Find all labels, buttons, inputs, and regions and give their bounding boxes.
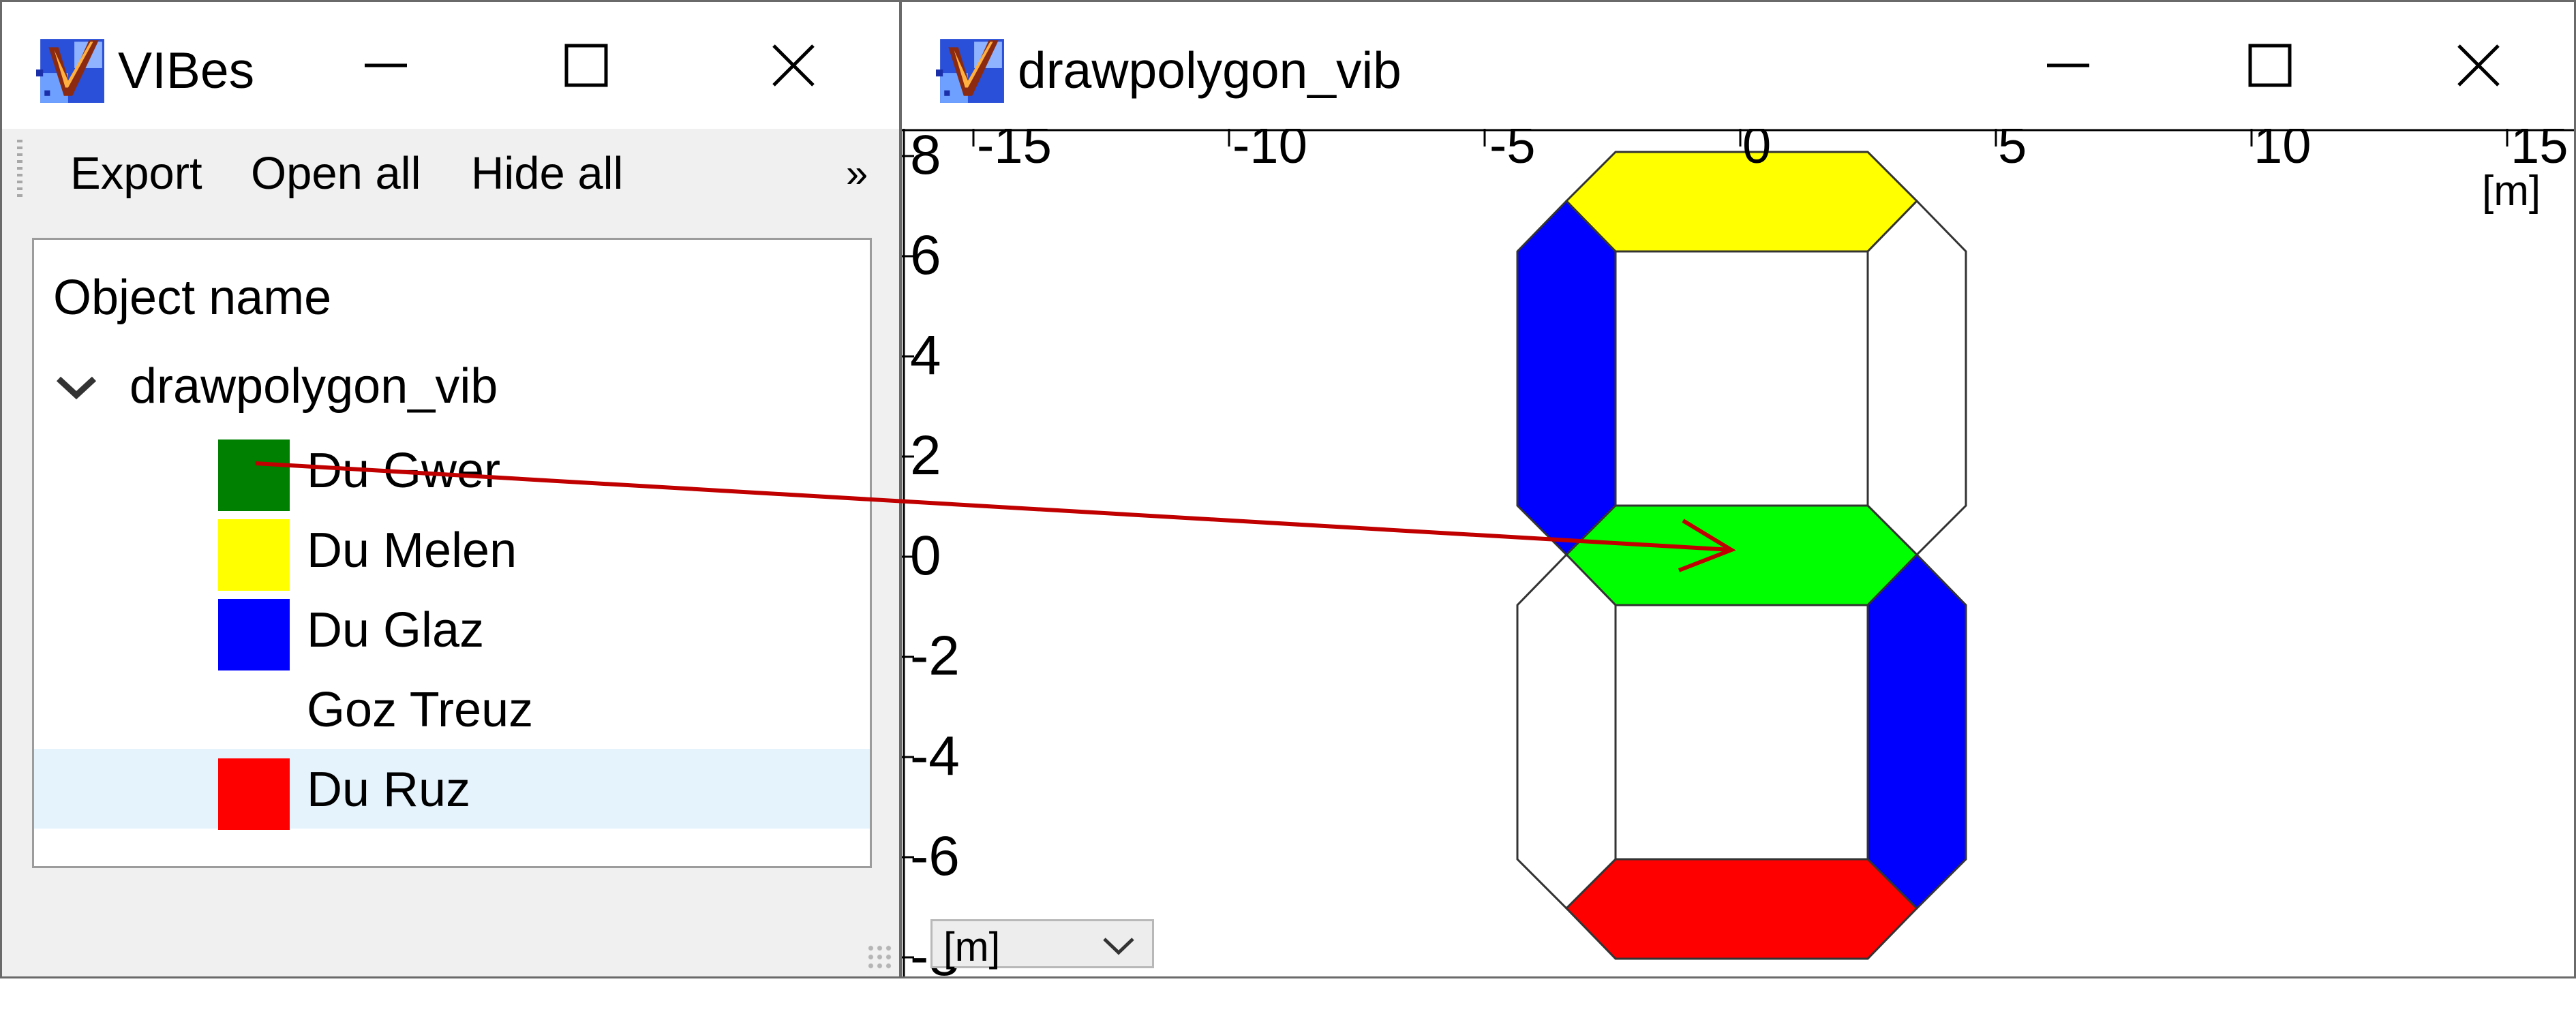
- chevron-down-icon[interactable]: [55, 373, 98, 401]
- vibes-window: VIBes Export Open all Hide all » Object …: [0, 0, 901, 978]
- tree-item-du-melen[interactable]: Du Melen: [34, 510, 870, 591]
- close-icon: [772, 44, 815, 87]
- y-tick-label: 2: [910, 425, 941, 487]
- x-tick-label: -10: [1232, 129, 1307, 174]
- drawpolygon-window-title: drawpolygon_vib: [1018, 42, 1401, 99]
- segment-upper-left: [1516, 199, 1617, 557]
- tree-item-du-gwer[interactable]: Du Gwer: [34, 430, 870, 511]
- red-swatch-icon: [218, 758, 290, 830]
- object-tree[interactable]: Object name drawpolygon_vib Du Gwer Du M…: [32, 238, 872, 868]
- tree-item-label: Du Ruz: [307, 762, 471, 817]
- vibes-body: Object name drawpolygon_vib Du Gwer Du M…: [2, 211, 899, 976]
- vibes-logo-icon: [36, 39, 104, 103]
- minimize-button[interactable]: [2017, 28, 2119, 103]
- plot-svg: -15 -10 -5 0 5 10 15 [m] 8 6 4 2 0 -2 -4…: [902, 129, 2574, 976]
- vibes-logo-icon: [936, 39, 1004, 103]
- minimize-button[interactable]: [335, 28, 437, 103]
- close-button[interactable]: [2427, 28, 2530, 103]
- y-tick-label: 4: [910, 324, 941, 386]
- segment-lower-right: [1866, 553, 1967, 910]
- seven-segment-figure: [1516, 151, 1967, 960]
- vibes-titlebar[interactable]: VIBes: [2, 2, 899, 129]
- x-tick-label: 0: [1742, 129, 1771, 174]
- x-tick-label: -15: [977, 129, 1052, 174]
- toolbar-overflow-button[interactable]: »: [846, 146, 868, 201]
- tree-header: Object name: [53, 271, 332, 325]
- x-tick-label: -5: [1489, 129, 1536, 174]
- tree-item-du-ruz[interactable]: Du Ruz: [34, 749, 870, 830]
- yellow-swatch-icon: [218, 519, 290, 591]
- plot-canvas[interactable]: -15 -10 -5 0 5 10 15 [m] 8 6 4 2 0 -2 -4…: [902, 129, 2574, 976]
- chevron-down-icon: [1103, 938, 1134, 955]
- close-icon: [2457, 44, 2500, 87]
- y-tick-label: 0: [910, 525, 941, 587]
- drawpolygon-titlebar[interactable]: drawpolygon_vib: [902, 2, 2574, 129]
- minimize-icon: [2047, 63, 2089, 67]
- drawpolygon-window: drawpolygon_vib -15 -10 -5 0 5 10 15 [m]…: [900, 0, 2576, 978]
- y-tick-label: -2: [910, 625, 960, 687]
- x-axis-unit: [m]: [2482, 168, 2541, 215]
- vibes-toolbar: Export Open all Hide all »: [2, 129, 899, 212]
- green-swatch-icon: [218, 439, 290, 511]
- vibes-window-title: VIBes: [118, 42, 255, 99]
- close-button[interactable]: [742, 28, 845, 103]
- y-tick-label: 6: [910, 224, 941, 286]
- open-all-button[interactable]: Open all: [251, 146, 421, 201]
- y-tick-label: -6: [910, 825, 960, 887]
- maximize-icon: [564, 44, 608, 87]
- tree-item-label: Du Melen: [307, 523, 517, 578]
- unit-select-value: [m]: [943, 924, 1001, 970]
- y-tick-label: 8: [910, 129, 941, 186]
- export-button[interactable]: Export: [70, 146, 202, 201]
- x-tick-label: 5: [1998, 129, 2027, 174]
- unit-select[interactable]: [m]: [930, 919, 1154, 970]
- resize-grip-icon[interactable]: [866, 944, 894, 971]
- toolbar-grip[interactable]: [17, 140, 22, 200]
- maximize-icon: [2248, 44, 2292, 87]
- tree-item-du-glaz[interactable]: Du Glaz: [34, 589, 870, 670]
- tree-item-label: Du Glaz: [307, 603, 485, 658]
- segment-middle: [1564, 504, 1919, 606]
- y-axis: 8 6 4 2 0 -2 -4 -6 -8: [902, 129, 960, 976]
- segment-bottom: [1564, 858, 1919, 960]
- x-tick-label: 10: [2254, 129, 2312, 174]
- segment-lower-left: [1516, 553, 1617, 910]
- hide-all-button[interactable]: Hide all: [471, 146, 623, 201]
- y-tick-label: -4: [910, 725, 960, 787]
- maximize-button[interactable]: [2219, 28, 2321, 103]
- minimize-icon: [365, 63, 407, 67]
- blue-swatch-icon: [218, 599, 290, 670]
- segment-upper-right: [1866, 199, 1967, 557]
- tree-root-node[interactable]: drawpolygon_vib: [130, 356, 498, 417]
- segment-top: [1564, 151, 1919, 253]
- tree-item-label: Du Gwer: [307, 444, 501, 498]
- maximize-button[interactable]: [535, 28, 637, 103]
- tree-item-label: Goz Treuz: [307, 683, 534, 737]
- tree-item-goz-treuz[interactable]: Goz Treuz: [34, 669, 870, 749]
